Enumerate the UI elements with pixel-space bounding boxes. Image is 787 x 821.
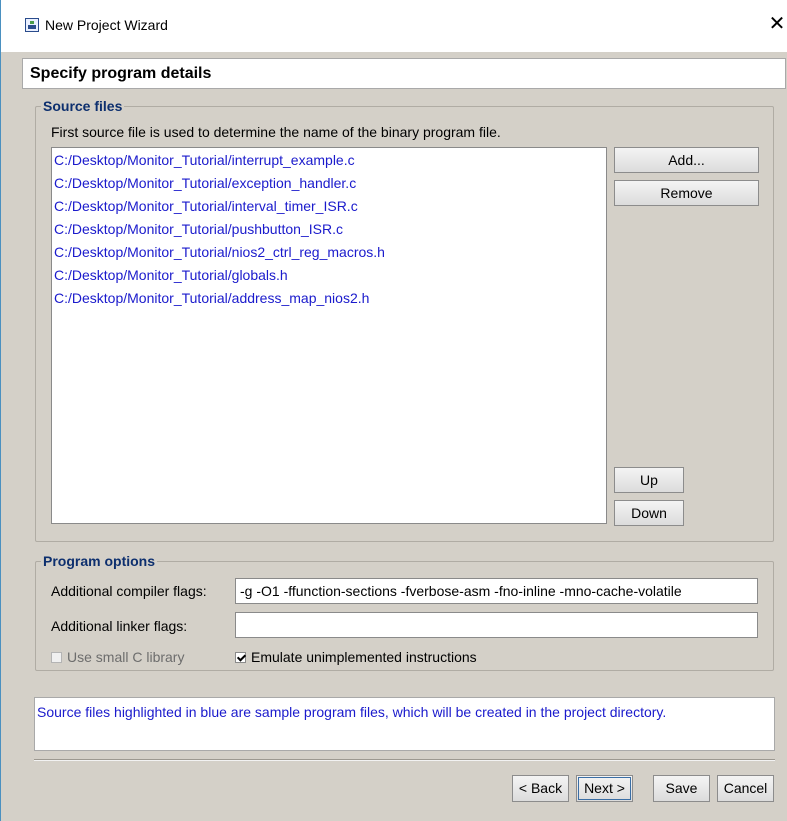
message-box: Source files highlighted in blue are sam… [34,697,775,751]
window-border [0,52,1,821]
list-item[interactable]: C:/Desktop/Monitor_Tutorial/pushbutton_I… [54,221,343,237]
list-item[interactable]: C:/Desktop/Monitor_Tutorial/nios2_ctrl_r… [54,244,385,260]
next-button[interactable]: Next > [576,775,633,802]
source-file-list[interactable]: C:/Desktop/Monitor_Tutorial/interrupt_ex… [51,147,607,524]
compiler-flags-label: Additional compiler flags: [51,583,207,599]
list-item[interactable]: C:/Desktop/Monitor_Tutorial/globals.h [54,267,288,283]
save-button[interactable]: Save [653,775,710,802]
program-options-legend: Program options [41,553,158,569]
step-header: Specify program details [22,58,786,89]
list-item[interactable]: C:/Desktop/Monitor_Tutorial/exception_ha… [54,175,356,191]
linker-flags-label: Additional linker flags: [51,618,188,634]
source-files-hint: First source file is used to determine t… [51,124,501,140]
small-c-library-option: Use small C library [51,649,184,665]
info-message: Source files highlighted in blue are sam… [37,704,667,720]
move-up-button[interactable]: Up [614,467,684,493]
source-files-legend: Source files [41,98,125,114]
linker-flags-input[interactable] [235,612,758,638]
window-title: New Project Wizard [45,17,168,33]
add-file-button[interactable]: Add... [614,147,759,173]
cancel-button[interactable]: Cancel [717,775,774,802]
app-icon [25,18,39,32]
emulate-instructions-option: Emulate unimplemented instructions [235,649,477,665]
small-c-library-checkbox[interactable] [51,652,62,663]
footer-separator [34,759,775,761]
small-c-library-label: Use small C library [67,649,185,665]
remove-file-button[interactable]: Remove [614,180,759,206]
title-bar: New Project Wizard ✕ [0,0,787,52]
list-item[interactable]: C:/Desktop/Monitor_Tutorial/interval_tim… [54,198,358,214]
emulate-instructions-label: Emulate unimplemented instructions [251,649,477,665]
page-title: Specify program details [30,65,212,82]
list-item[interactable]: C:/Desktop/Monitor_Tutorial/address_map_… [54,290,369,306]
back-button[interactable]: < Back [512,775,569,802]
emulate-instructions-checkbox[interactable] [235,652,246,663]
close-icon[interactable]: ✕ [767,12,787,36]
list-item[interactable]: C:/Desktop/Monitor_Tutorial/interrupt_ex… [54,152,355,168]
move-down-button[interactable]: Down [614,500,684,526]
compiler-flags-input[interactable]: -g -O1 -ffunction-sections -fverbose-asm… [235,578,758,604]
